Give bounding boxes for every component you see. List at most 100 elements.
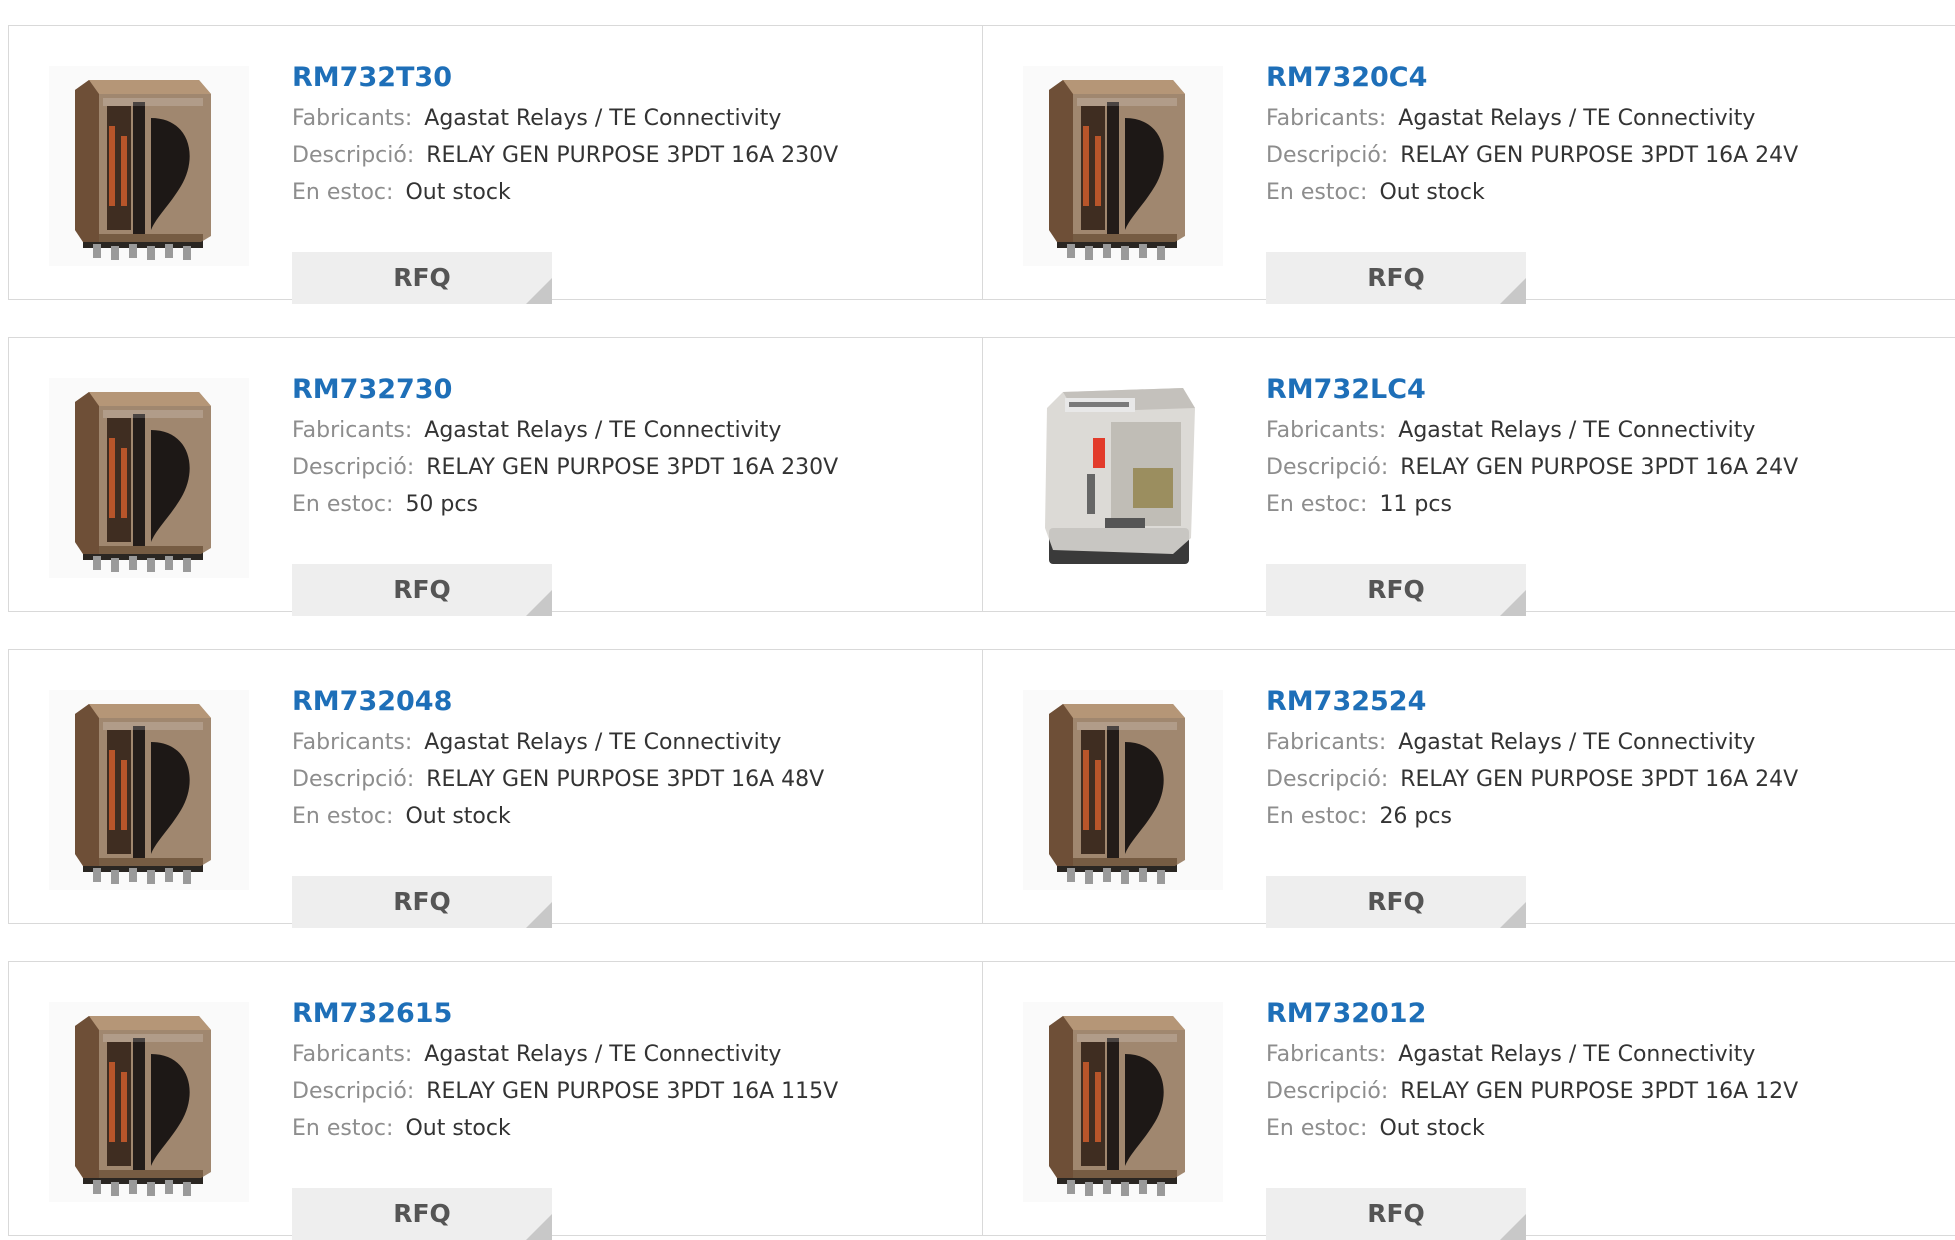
stock-label: En estoc: [1266,804,1368,829]
rfq-button-label: RFQ [393,263,451,292]
description-label: Descripció: [292,143,415,168]
relay-amber-icon[interactable] [1023,1002,1223,1202]
corner-triangle-icon [526,278,552,304]
description-label: Descripció: [1266,143,1389,168]
corner-triangle-icon [1500,278,1526,304]
rfq-button[interactable]: RFQ [1266,876,1526,928]
corner-triangle-icon [526,1214,552,1240]
rfq-button-label: RFQ [393,575,451,604]
description-value: RELAY GEN PURPOSE 3PDT 16A 12V [1400,1079,1799,1104]
corner-triangle-icon [1500,1214,1526,1240]
stock-value: Out stock [405,804,511,829]
relay-amber-icon[interactable] [1023,690,1223,890]
manufacturer-value: Agastat Relays / TE Connectivity [1398,418,1756,443]
manufacturer-label: Fabricants: [1266,1042,1387,1067]
description-value: RELAY GEN PURPOSE 3PDT 16A 115V [426,1079,839,1104]
rfq-button-label: RFQ [393,1199,451,1228]
manufacturer-label: Fabricants: [1266,418,1387,443]
stock-label: En estoc: [292,180,394,205]
stock-label: En estoc: [292,804,394,829]
description-label: Descripció: [1266,455,1389,480]
corner-triangle-icon [526,590,552,616]
description-label: Descripció: [1266,767,1389,792]
part-number-link[interactable]: RM732LC4 [1266,368,1798,412]
product-row: RM732615 Fabricants: Agastat Relays / TE … [8,961,1955,1240]
rfq-button[interactable]: RFQ [292,564,552,616]
relay-amber-icon[interactable] [49,378,249,578]
rfq-button-label: RFQ [393,887,451,916]
manufacturer-label: Fabricants: [292,106,413,131]
description-value: RELAY GEN PURPOSE 3PDT 16A 24V [1400,455,1799,480]
product-card: RM732730 Fabricants: Agastat Relays / TE … [9,338,982,616]
description-value: RELAY GEN PURPOSE 3PDT 16A 48V [426,767,825,792]
stock-value: Out stock [1379,180,1485,205]
stock-label: En estoc: [1266,1116,1368,1141]
description-value: RELAY GEN PURPOSE 3PDT 16A 230V [426,455,839,480]
part-number-link[interactable]: RM732615 [292,992,838,1036]
part-number-link[interactable]: RM732012 [1266,992,1798,1036]
product-card: RM732524 Fabricants: Agastat Relays / TE … [982,650,1955,928]
product-card: RM7320C4 Fabricants: Agastat Relays / TE … [982,26,1955,304]
corner-triangle-icon [526,902,552,928]
stock-value: 26 pcs [1379,804,1452,829]
part-number-link[interactable]: RM732048 [292,680,824,724]
manufacturer-value: Agastat Relays / TE Connectivity [1398,730,1756,755]
stock-value: 11 pcs [1379,492,1452,517]
stock-label: En estoc: [1266,180,1368,205]
rfq-button-label: RFQ [1367,1199,1425,1228]
part-number-link[interactable]: RM7320C4 [1266,56,1798,100]
description-label: Descripció: [292,1079,415,1104]
manufacturer-label: Fabricants: [1266,730,1387,755]
rfq-button-label: RFQ [1367,263,1425,292]
manufacturer-value: Agastat Relays / TE Connectivity [1398,106,1756,131]
rfq-button[interactable]: RFQ [1266,252,1526,304]
manufacturer-value: Agastat Relays / TE Connectivity [424,1042,782,1067]
corner-triangle-icon [1500,590,1526,616]
relay-amber-icon[interactable] [49,690,249,890]
relay-clear-icon[interactable] [1023,378,1223,578]
description-label: Descripció: [292,767,415,792]
stock-value: Out stock [1379,1116,1485,1141]
stock-value: 50 pcs [405,492,478,517]
relay-amber-icon[interactable] [49,1002,249,1202]
manufacturer-label: Fabricants: [1266,106,1387,131]
relay-amber-icon[interactable] [1023,66,1223,266]
part-number-link[interactable]: RM732T30 [292,56,838,100]
manufacturer-value: Agastat Relays / TE Connectivity [424,418,782,443]
rfq-button-label: RFQ [1367,575,1425,604]
product-card: RM732T30 Fabricants: Agastat Relays / TE … [9,26,982,304]
manufacturer-value: Agastat Relays / TE Connectivity [424,730,782,755]
description-value: RELAY GEN PURPOSE 3PDT 16A 24V [1400,767,1799,792]
stock-value: Out stock [405,1116,511,1141]
product-row: RM732T30 Fabricants: Agastat Relays / TE … [8,25,1955,304]
rfq-button[interactable]: RFQ [292,252,552,304]
product-row: RM732048 Fabricants: Agastat Relays / TE … [8,649,1955,928]
manufacturer-value: Agastat Relays / TE Connectivity [1398,1042,1756,1067]
stock-label: En estoc: [292,492,394,517]
rfq-button[interactable]: RFQ [1266,1188,1526,1240]
stock-label: En estoc: [292,1116,394,1141]
description-value: RELAY GEN PURPOSE 3PDT 16A 230V [426,143,839,168]
rfq-button[interactable]: RFQ [292,876,552,928]
manufacturer-value: Agastat Relays / TE Connectivity [424,106,782,131]
description-value: RELAY GEN PURPOSE 3PDT 16A 24V [1400,143,1799,168]
rfq-button-label: RFQ [1367,887,1425,916]
corner-triangle-icon [1500,902,1526,928]
product-card: RM732LC4 Fabricants: Agastat Relays / TE … [982,338,1955,616]
stock-label: En estoc: [1266,492,1368,517]
product-card: RM732048 Fabricants: Agastat Relays / TE … [9,650,982,928]
rfq-button[interactable]: RFQ [1266,564,1526,616]
rfq-button[interactable]: RFQ [292,1188,552,1240]
manufacturer-label: Fabricants: [292,418,413,443]
stock-value: Out stock [405,180,511,205]
part-number-link[interactable]: RM732524 [1266,680,1798,724]
manufacturer-label: Fabricants: [292,1042,413,1067]
manufacturer-label: Fabricants: [292,730,413,755]
product-row: RM732730 Fabricants: Agastat Relays / TE … [8,337,1955,616]
product-card: RM732012 Fabricants: Agastat Relays / TE … [982,962,1955,1240]
relay-amber-icon[interactable] [49,66,249,266]
description-label: Descripció: [1266,1079,1389,1104]
description-label: Descripció: [292,455,415,480]
product-card: RM732615 Fabricants: Agastat Relays / TE … [9,962,982,1240]
part-number-link[interactable]: RM732730 [292,368,838,412]
